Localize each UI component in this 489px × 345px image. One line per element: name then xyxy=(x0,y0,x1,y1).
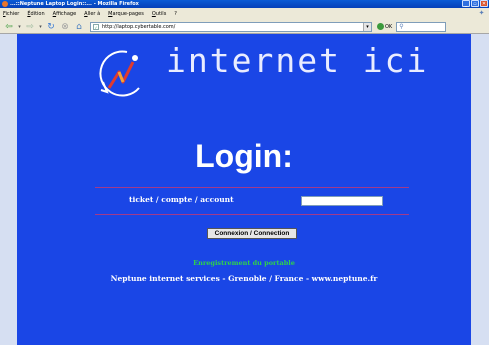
register-laptop-link[interactable]: Enregistrement du portable xyxy=(17,258,471,268)
close-button[interactable]: ✕ xyxy=(480,0,488,7)
minimize-button[interactable]: _ xyxy=(462,0,470,7)
back-arrow-icon[interactable]: ⇦ xyxy=(3,21,15,33)
magnifier-icon: ⚲ xyxy=(399,22,404,30)
firefox-icon xyxy=(2,1,8,7)
go-arrow-icon xyxy=(377,23,384,30)
page-favicon-icon: ✓ xyxy=(93,23,99,30)
window-controls: _ ▫ ✕ xyxy=(462,0,488,7)
connect-button[interactable]: Connexion / Connection xyxy=(207,228,297,239)
brand-wordmark: internet ici xyxy=(166,41,429,80)
navigation-toolbar: ⇦ ▾ ⇨ ▾ ↻ ⊗ ⌂ ✓ http://laptop.cybertable… xyxy=(0,20,489,34)
throbber-icon: ✦ xyxy=(478,9,485,17)
menu-edit[interactable]: Édition xyxy=(27,11,44,17)
account-input[interactable] xyxy=(301,196,383,206)
search-field[interactable]: ⚲ xyxy=(396,21,447,32)
menu-tools[interactable]: Outils xyxy=(152,11,166,17)
window-titlebar: ...::Neptune Laptop Login::... - Mozilla… xyxy=(0,0,489,8)
browser-viewport: internet ici Login: ticket / compte / ac… xyxy=(0,34,489,345)
menu-file[interactable]: Fichier xyxy=(3,11,19,17)
back-history-dropdown[interactable]: ▾ xyxy=(17,21,22,33)
go-button[interactable]: OK xyxy=(377,23,392,30)
forward-history-dropdown[interactable]: ▾ xyxy=(38,21,43,33)
account-label: ticket / compte / account xyxy=(129,195,234,204)
login-page: internet ici Login: ticket / compte / ac… xyxy=(17,34,471,345)
stop-icon[interactable]: ⊗ xyxy=(59,21,71,33)
brand-logo xyxy=(99,50,140,97)
go-label: OK xyxy=(385,23,393,30)
menu-go[interactable]: Aller à xyxy=(84,11,100,17)
menu-help[interactable]: ? xyxy=(174,11,177,17)
page-title: Login: xyxy=(195,138,293,174)
divider-bottom xyxy=(95,214,409,215)
address-bar[interactable]: ✓ http://laptop.cybertable.com/ ▾ xyxy=(90,21,372,32)
home-icon[interactable]: ⌂ xyxy=(73,21,85,33)
menu-bar: Fichier Édition Affichage Aller à Marque… xyxy=(0,8,489,20)
footer-text: Neptune internet services - Grenoble / F… xyxy=(110,274,378,283)
menu-view[interactable]: Affichage xyxy=(53,11,77,17)
maximize-button[interactable]: ▫ xyxy=(471,0,479,7)
address-url: http://laptop.cybertable.com/ xyxy=(102,23,176,30)
reload-icon[interactable]: ↻ xyxy=(45,21,57,33)
forward-arrow-icon[interactable]: ⇨ xyxy=(24,21,36,33)
window-title: ...::Neptune Laptop Login::... - Mozilla… xyxy=(10,1,139,7)
menu-bookmarks[interactable]: Marque-pages xyxy=(108,11,144,17)
divider-top xyxy=(95,187,409,188)
address-dropdown[interactable]: ▾ xyxy=(363,22,371,31)
